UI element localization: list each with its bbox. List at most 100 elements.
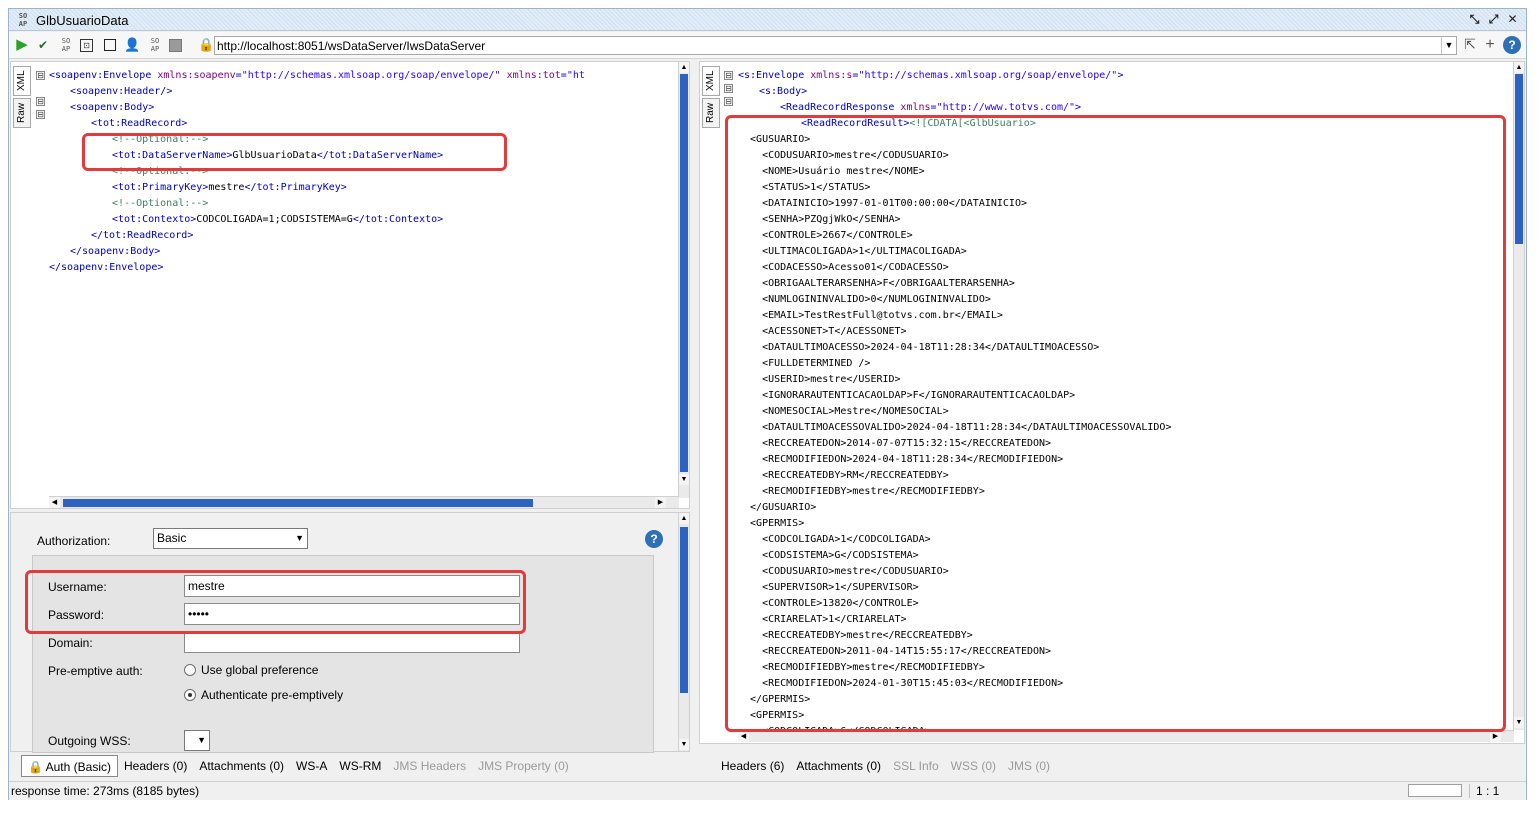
request-token: </tot:Contexto> xyxy=(352,214,444,225)
scroll-up-icon[interactable]: ▲ xyxy=(679,513,689,524)
edit-endpoint-icon[interactable]: ⇱ xyxy=(1461,36,1479,53)
scroll-up-icon[interactable]: ▲ xyxy=(679,62,689,73)
submit-request-play-icon[interactable]: ▶ xyxy=(14,37,30,53)
request-tab[interactable]: JMS Headers xyxy=(387,755,472,777)
request-tab[interactable]: Attachments (0) xyxy=(193,755,290,777)
soap-clone-icon[interactable]: SO AP xyxy=(147,37,163,53)
request-token: </soapenv:Envelope> xyxy=(49,262,164,273)
auth-help-icon[interactable]: ? xyxy=(645,530,663,548)
response-tab[interactable]: JMS (0) xyxy=(1002,755,1056,777)
collapse-icon[interactable]: ⊟ xyxy=(36,97,45,106)
outgoing-wss-select[interactable]: ▼ xyxy=(184,730,210,751)
response-token: <GPERMIS> xyxy=(738,710,805,721)
response-line: <CONTROLE>13820</CONTROLE> xyxy=(738,596,1506,612)
collapse-icon[interactable]: ⊟ xyxy=(36,71,45,80)
scroll-down-icon[interactable]: ▼ xyxy=(1514,717,1524,728)
endpoint-url-field[interactable]: ▼ xyxy=(214,36,1457,55)
collapse-icon[interactable]: ⊟ xyxy=(724,84,733,93)
request-tab[interactable]: 🔒 Auth (Basic) xyxy=(21,755,118,777)
request-hscroll-thumb[interactable] xyxy=(63,499,533,507)
password-field[interactable]: ••••• xyxy=(184,603,520,625)
fold-spacer xyxy=(724,526,733,535)
response-token: <USERID>mestre</USERID> xyxy=(738,374,901,385)
request-token: "ht xyxy=(566,70,585,81)
request-tab[interactable]: WS-RM xyxy=(333,755,387,777)
add-icon[interactable]: + xyxy=(1481,36,1499,54)
response-line: </GUSUARIO> xyxy=(738,500,1506,516)
disabled-action-icon[interactable] xyxy=(169,39,182,52)
soap-icon: SO AP xyxy=(18,12,28,28)
help-icon[interactable]: ? xyxy=(1503,36,1521,54)
response-line: <RECCREATEDON>2014-07-07T15:32:15</RECCR… xyxy=(738,436,1506,452)
use-global-preference-label[interactable]: Use global preference xyxy=(201,663,318,677)
detach-icon[interactable]: ⤡ xyxy=(1467,12,1482,27)
chevron-down-icon[interactable]: ▼ xyxy=(1441,37,1456,54)
fold-spacer xyxy=(36,123,45,132)
request-xml-content[interactable]: <soapenv:Envelope xmlns:soapenv="http://… xyxy=(49,68,671,490)
scroll-up-icon[interactable]: ▲ xyxy=(1514,62,1524,73)
collapse-icon[interactable]: ⊟ xyxy=(36,110,45,119)
response-token: <STATUS>1</STATUS> xyxy=(738,182,871,193)
scroll-down-icon[interactable]: ▼ xyxy=(679,474,689,485)
response-tab[interactable]: WSS (0) xyxy=(945,755,1002,777)
response-tab-label: Headers (6) xyxy=(721,759,785,773)
collapse-icon[interactable]: ⊟ xyxy=(724,71,733,80)
scroll-right-icon[interactable]: ▶ xyxy=(655,497,666,508)
fold-spacer xyxy=(724,201,733,210)
collapse-icon[interactable]: ⊟ xyxy=(724,97,733,106)
endpoint-url-input[interactable] xyxy=(215,37,1435,54)
scroll-left-icon[interactable]: ◀ xyxy=(738,731,749,742)
scroll-left-icon[interactable]: ◀ xyxy=(49,497,60,508)
request-horizontal-scrollbar[interactable]: ◀ ▶ xyxy=(49,496,679,508)
response-token: <NOMESOCIAL>Mestre</NOMESOCIAL> xyxy=(738,406,949,417)
request-token: <soapenv:Header/> xyxy=(70,86,173,97)
tab-response-raw[interactable]: Raw xyxy=(702,98,720,128)
request-tab[interactable]: WS-A xyxy=(290,755,333,777)
stop-icon[interactable] xyxy=(104,39,116,51)
close-icon[interactable]: ✕ xyxy=(1505,12,1520,27)
authorization-select[interactable]: Basic ▼ xyxy=(153,528,308,549)
response-vertical-scrollbar[interactable]: ▲ ▼ xyxy=(1513,62,1524,730)
authorization-label: Authorization: xyxy=(37,534,111,548)
response-line: <DATAULTIMOACESSOVALIDO>2024-04-18T11:28… xyxy=(738,420,1506,436)
tab-response-xml[interactable]: XML xyxy=(702,66,720,96)
tab-request-xml[interactable]: XML xyxy=(13,66,31,96)
response-tab[interactable]: SSL Info xyxy=(887,755,945,777)
request-token: CODCOLIGADA=1;CODSISTEMA=G xyxy=(196,214,353,225)
scroll-right-icon[interactable]: ▶ xyxy=(1490,731,1501,742)
soap-operation-icon[interactable]: SO AP xyxy=(58,37,74,53)
assertions-check-icon[interactable]: ✔ xyxy=(35,37,51,53)
user-icon[interactable]: 👤 xyxy=(124,37,140,53)
tab-request-raw[interactable]: Raw xyxy=(13,98,31,128)
response-vscroll-thumb[interactable] xyxy=(1515,74,1523,244)
request-vertical-scrollbar[interactable]: ▲ ▼ xyxy=(678,62,689,498)
response-tab[interactable]: Attachments (0) xyxy=(790,755,887,777)
create-empty-request-icon[interactable]: ⊡ xyxy=(80,39,93,52)
request-tab-label: WS-A xyxy=(296,759,328,773)
scroll-down-icon[interactable]: ▼ xyxy=(679,739,689,750)
request-tab[interactable]: JMS Property (0) xyxy=(472,755,575,777)
response-horizontal-scrollbar[interactable]: ◀ ▶ xyxy=(738,730,1514,742)
response-line: <CONTROLE>2667</CONTROLE> xyxy=(738,228,1506,244)
maximize-icon[interactable]: ⤢ xyxy=(1486,12,1501,27)
auth-vertical-scrollbar[interactable]: ▲ ▼ xyxy=(678,513,689,751)
response-tab[interactable]: Headers (6) xyxy=(715,755,790,777)
response-xml-content[interactable]: <s:Envelope xmlns:s="http://schemas.xmls… xyxy=(738,68,1506,732)
request-vscroll-thumb[interactable] xyxy=(680,74,688,472)
request-tab-label: Headers (0) xyxy=(123,759,188,773)
auth-vscroll-thumb[interactable] xyxy=(680,527,688,693)
domain-field[interactable] xyxy=(184,631,520,653)
fold-spacer xyxy=(724,331,733,340)
authenticate-preemptively-label[interactable]: Authenticate pre-emptively xyxy=(201,688,343,702)
username-field[interactable]: mestre xyxy=(184,575,520,597)
fold-spacer xyxy=(724,253,733,262)
use-global-preference-radio[interactable] xyxy=(184,664,196,676)
response-line: <RECCREATEDBY>RM</RECCREATEDBY> xyxy=(738,468,1506,484)
request-token: <soapenv:Body> xyxy=(70,102,155,113)
authenticate-preemptively-radio[interactable] xyxy=(184,689,196,701)
response-token: </GPERMIS> xyxy=(738,694,811,705)
chevron-down-icon[interactable]: ▼ xyxy=(197,731,206,750)
chevron-down-icon[interactable]: ▼ xyxy=(295,529,304,548)
response-line: <s:Body> xyxy=(738,84,1506,100)
request-tab[interactable]: Headers (0) xyxy=(118,755,193,777)
